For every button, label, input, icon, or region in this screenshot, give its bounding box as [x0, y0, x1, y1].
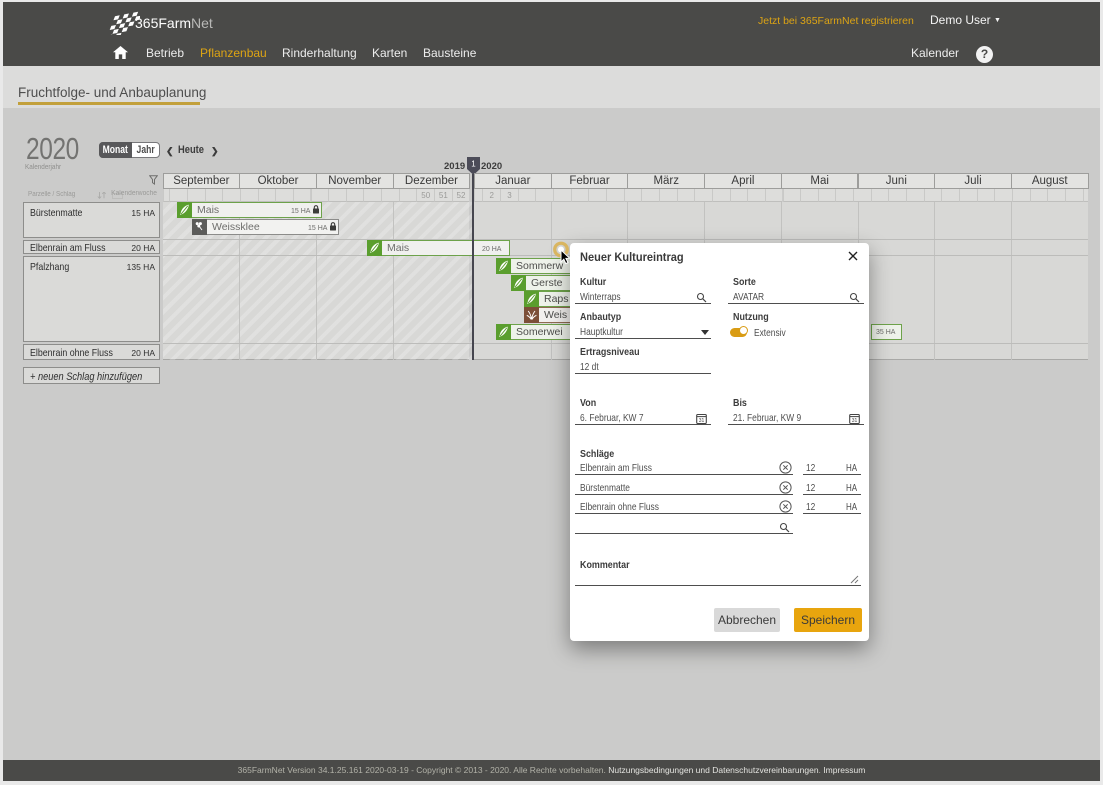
- svg-text:31: 31: [699, 418, 705, 424]
- svg-text:31: 31: [852, 418, 858, 424]
- svg-text:1: 1: [471, 160, 476, 169]
